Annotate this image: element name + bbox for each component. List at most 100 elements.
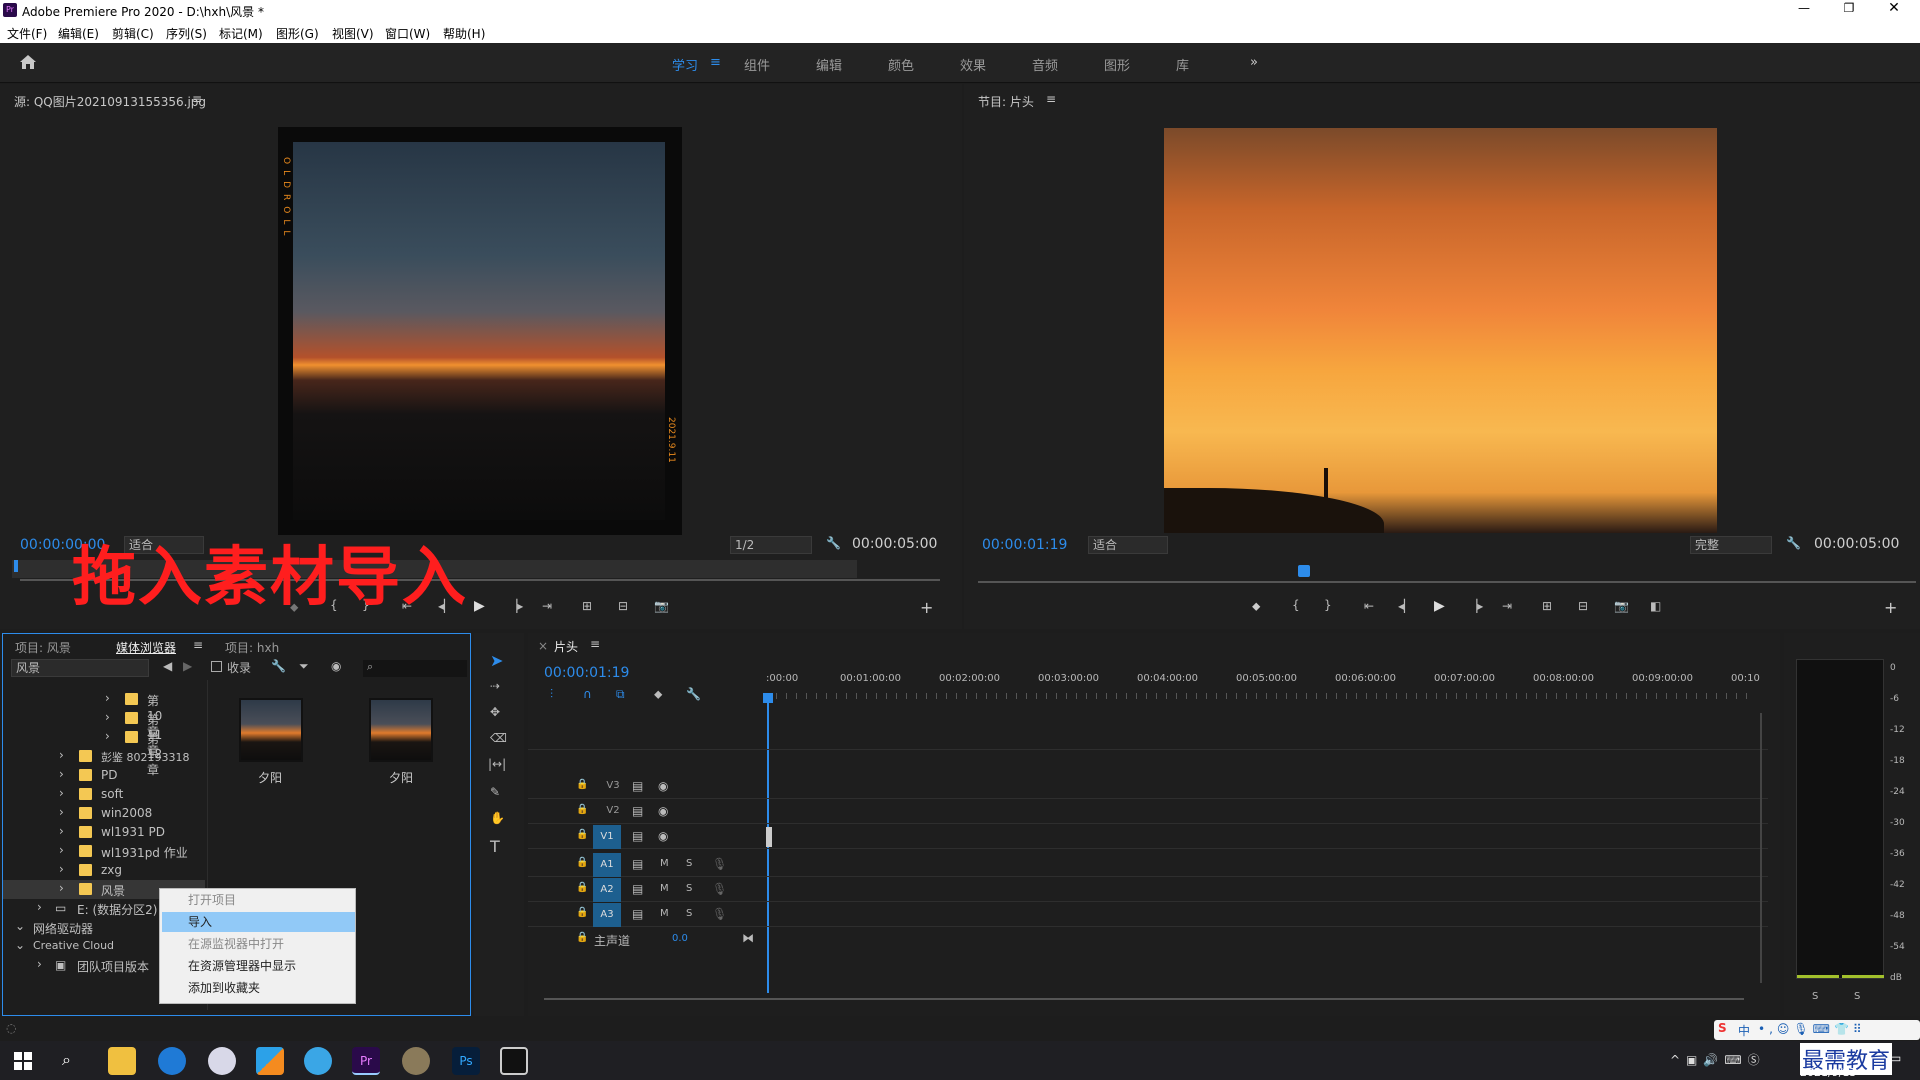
program-mark-out-button[interactable]: } [1324,598,1332,612]
workspace-assembly[interactable]: 组件 [744,55,770,74]
time-ruler[interactable]: :00:00 00:01:00:00 00:02:00:00 00:03:00:… [766,673,1760,703]
ripple-edit-tool-icon[interactable]: ✥ [490,705,500,719]
wrench-icon[interactable]: 🔧 [271,659,286,673]
selection-tool-icon[interactable]: ➤ [490,651,503,670]
lock-icon[interactable]: 🔒 [576,882,588,893]
master-volume-value[interactable]: 0.0 [672,933,688,944]
go-to-end-icon[interactable]: ⧓ [742,931,754,945]
video-clip-end[interactable] [766,827,772,847]
program-export-frame-button[interactable]: 📷 [1614,599,1629,613]
workspace-graphics[interactable]: 图形 [1104,55,1130,74]
menu-file[interactable]: 文件(F) [7,25,47,42]
paint-icon[interactable] [208,1047,236,1075]
menu-marker[interactable]: 标记(M) [219,25,263,42]
program-timecode[interactable]: 00:00:01:19 [982,537,1067,553]
photos-app-icon[interactable] [500,1047,528,1075]
lock-icon[interactable]: 🔒 [576,857,588,868]
program-scrollbar[interactable] [978,581,1916,583]
hand-tool-icon[interactable]: ✋ [490,811,505,825]
restore-button[interactable]: ❐ [1840,1,1858,15]
source-quality-dropdown[interactable]: 1/2 [730,536,812,554]
menu-graphics[interactable]: 图形(G) [276,25,319,42]
tray-icons[interactable]: ^▣🔊⌨Ⓢ [1670,1051,1766,1068]
ctx-import[interactable]: 导入 [162,912,355,932]
workspace-effects[interactable]: 效果 [960,55,986,74]
program-playhead[interactable] [1298,565,1310,577]
eye-icon[interactable]: ◉ [658,779,668,793]
solo-button[interactable]: S [686,908,692,919]
workspace-editing[interactable]: 编辑 [816,55,842,74]
timeline-vertical-scrollbar[interactable] [1760,713,1762,983]
source-panel-menu-icon[interactable]: ≡ [192,92,202,106]
media-player-icon[interactable] [402,1047,430,1075]
menu-clip[interactable]: 剪辑(C) [112,25,154,42]
program-step-back-button[interactable]: ◂▏ [1398,599,1413,613]
source-playhead[interactable] [14,560,18,572]
nav-forward-icon[interactable]: ▶ [183,659,192,673]
lock-icon[interactable]: 🔒 [576,907,588,918]
home-icon[interactable] [18,52,38,72]
timeline-timecode[interactable]: 00:00:01:19 [544,665,629,681]
program-settings-icon[interactable]: 🔧 [1786,536,1801,550]
photoshop-taskbar-icon[interactable]: Ps [452,1047,480,1075]
program-quality-dropdown[interactable]: 完整 [1690,536,1772,554]
notification-icon[interactable]: ▭ [1890,1051,1901,1065]
go-to-out-button[interactable]: ⇥ [542,599,552,613]
snap-icon[interactable]: ⫶ [550,687,553,702]
source-add-button[interactable]: + [920,598,933,617]
tab-project-fengjing[interactable]: 项目: 风景 [15,639,71,656]
type-tool-icon[interactable]: T [490,837,500,856]
tab-media-browser[interactable]: 媒体浏览器 [116,639,176,656]
track-label-v2[interactable]: V2 [600,805,626,816]
lock-icon[interactable]: 🔒 [576,829,588,840]
menu-view[interactable]: 视图(V) [332,25,374,42]
ime-toolbar[interactable]: S 中 •,☺🎙⌨👕⠿ [1714,1020,1920,1040]
mic-icon[interactable]: 🎙 [712,907,727,921]
program-go-to-in-button[interactable]: ⇤ [1364,599,1374,613]
minimize-button[interactable]: — [1795,1,1813,15]
lift-button[interactable]: ⊞ [1542,599,1552,613]
favorites-checkbox[interactable] [211,661,222,672]
mute-button[interactable]: M [660,908,669,919]
menu-help[interactable]: 帮助(H) [443,25,485,42]
workspace-color[interactable]: 颜色 [888,55,914,74]
track-label-v3[interactable]: V3 [600,780,626,791]
track-label-a3[interactable]: A3 [593,903,621,927]
solo-button[interactable]: S [686,883,692,894]
tab-project-hxh[interactable]: 项目: hxh [225,639,279,656]
ie-browser-icon[interactable] [304,1047,332,1075]
program-add-button[interactable]: + [1884,598,1897,617]
more-workspaces-icon[interactable]: » [1250,55,1258,70]
track-label-a1[interactable]: A1 [593,853,621,877]
sync-lock-icon[interactable]: ▤ [632,829,643,843]
location-dropdown[interactable]: 风景 [11,659,149,677]
overwrite-button[interactable]: ⊟ [618,599,628,613]
solo-button[interactable]: S [686,858,692,869]
timeline-menu-icon[interactable]: ≡ [590,637,600,651]
program-panel-menu-icon[interactable]: ≡ [1046,92,1056,106]
search-icon[interactable]: ⌕ [62,1050,71,1070]
compare-view-button[interactable]: ◧ [1650,599,1661,613]
app-grid-icon[interactable] [256,1047,284,1075]
eye-icon[interactable]: ◉ [658,804,668,818]
mic-icon[interactable]: 🎙 [712,882,727,896]
thumbnail-item[interactable] [369,698,433,762]
program-add-marker-button[interactable]: ⬥ [1252,599,1260,614]
workspace-audio[interactable]: 音频 [1032,55,1058,74]
program-step-forward-button[interactable]: ▕▸ [1468,599,1483,613]
program-mark-in-button[interactable]: { [1292,598,1300,612]
timeline-playhead-head[interactable] [763,693,773,703]
sync-lock-icon[interactable]: ▤ [632,804,643,818]
ctx-reveal-in-explorer[interactable]: 在资源管理器中显示 [160,956,356,976]
workspace-menu-icon[interactable]: ≡ [710,55,721,70]
lock-icon[interactable]: 🔒 [576,932,588,943]
timeline-close-icon[interactable]: × [538,639,548,653]
program-fit-dropdown[interactable]: 适合 [1088,536,1168,554]
linked-selection-icon[interactable]: ∩ [583,687,592,701]
mic-icon[interactable]: 🎙 [712,857,727,871]
extract-button[interactable]: ⊟ [1578,599,1588,613]
mute-button[interactable]: M [660,858,669,869]
ctx-open-project[interactable]: 打开项目 [160,890,356,910]
eye-icon[interactable]: ◉ [658,829,668,843]
view-icon[interactable]: ◉ [331,659,341,673]
